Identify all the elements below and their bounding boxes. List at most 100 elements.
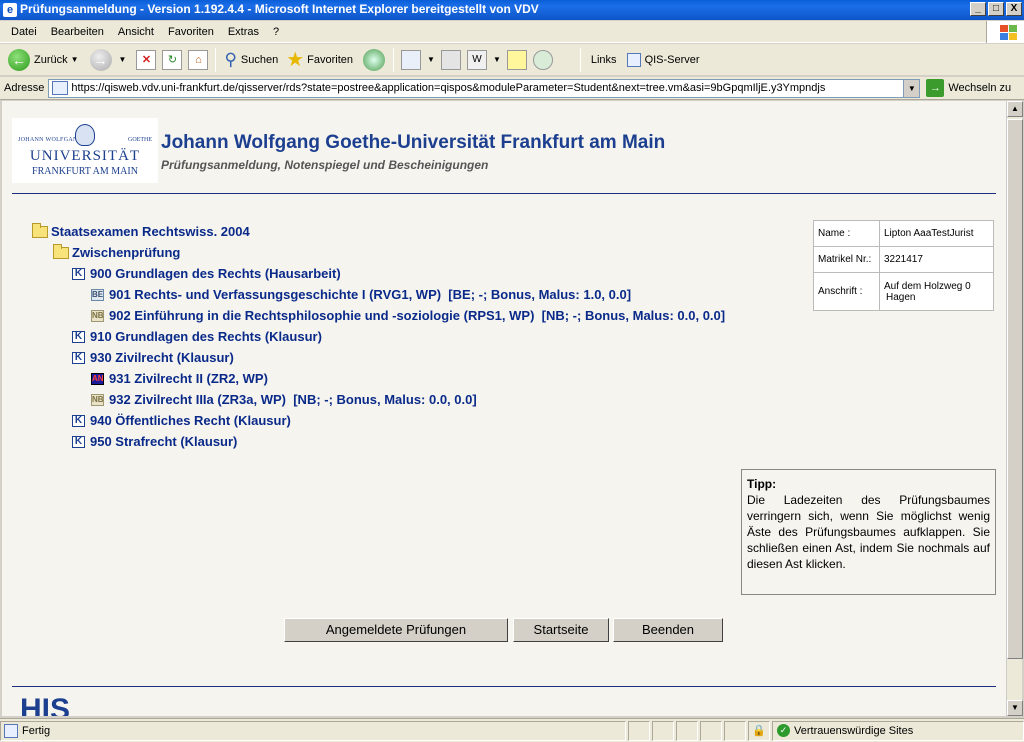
forward-arrow-icon: →: [89, 48, 112, 71]
page-icon: [626, 52, 641, 67]
tree-item[interactable]: NB 902 Einführung in die Rechtsphilosoph…: [91, 308, 725, 323]
tree-item-label: 931 Zivilrecht II (ZR2, WP): [109, 371, 268, 386]
tree-item-label: 910 Grundlagen des Rechts (Klausur): [90, 329, 322, 344]
logo-text-top-left: JOHANN WOLFGANG: [18, 137, 83, 143]
home-icon[interactable]: ⌂: [188, 49, 209, 70]
messenger-icon[interactable]: [532, 49, 553, 70]
menu-bar: Datei Bearbeiten Ansicht Favoriten Extra…: [0, 21, 1024, 43]
status-panel: [628, 720, 650, 741]
scroll-down-icon[interactable]: ▼: [1007, 700, 1023, 716]
k-badge-icon: K: [72, 435, 85, 448]
tree-item[interactable]: K 940 Öffentliches Recht (Klausur): [72, 413, 291, 428]
tree-item-label: 950 Strafrecht (Klausur): [90, 434, 238, 449]
qis-server-link[interactable]: QIS-Server: [623, 46, 704, 74]
go-button[interactable]: → Wechseln zu: [926, 79, 1011, 97]
maximize-button[interactable]: □: [988, 2, 1004, 16]
matrikel-label: Matrikel Nr.:: [813, 246, 880, 273]
an-badge-icon: AN: [91, 372, 104, 385]
menu-help[interactable]: ?: [266, 26, 286, 38]
registered-exams-button[interactable]: Angemeldete Prüfungen: [284, 618, 508, 642]
menu-bearbeiten[interactable]: Bearbeiten: [44, 26, 111, 38]
edit-icon[interactable]: W: [466, 49, 487, 70]
tree-item[interactable]: K 930 Zivilrecht (Klausur): [72, 350, 234, 365]
nb-badge-icon: NB: [91, 393, 104, 406]
history-icon[interactable]: [363, 48, 386, 71]
links-label: Links: [590, 53, 617, 66]
tree-item[interactable]: NB 932 Zivilrecht IIIa (ZR3a, WP) [NB; -…: [91, 392, 477, 407]
home-button[interactable]: Startseite: [513, 618, 609, 642]
name-value: Lipton AaaTestJurist: [879, 220, 994, 247]
favorites-button[interactable]: ★ Favoriten: [282, 46, 357, 74]
print-icon[interactable]: [440, 49, 461, 70]
page-icon: [52, 81, 69, 95]
address-input[interactable]: https://qisweb.vdv.uni-frankfurt.de/qiss…: [48, 78, 921, 98]
status-panel: [676, 720, 698, 741]
tip-title: Tipp:: [747, 477, 777, 491]
tree-sub[interactable]: Zwischenprüfung: [53, 243, 181, 260]
forward-button[interactable]: → ▼: [86, 46, 134, 74]
menu-favoriten[interactable]: Favoriten: [161, 26, 221, 38]
back-label: Zurück: [34, 53, 68, 66]
toolbar-separator: [393, 47, 395, 72]
name-label: Name :: [813, 220, 880, 247]
edit-dropdown-icon[interactable]: ▼: [493, 55, 501, 64]
tree-item[interactable]: K 950 Strafrecht (Klausur): [72, 434, 237, 449]
scroll-thumb[interactable]: [1007, 119, 1023, 659]
tree-sub-label: Zwischenprüfung: [72, 245, 181, 260]
refresh-icon[interactable]: ↻: [162, 49, 183, 70]
back-arrow-icon: ←: [8, 48, 30, 71]
status-text: Fertig: [22, 724, 51, 737]
tree-item[interactable]: AN 931 Zivilrecht II (ZR2, WP): [91, 371, 268, 386]
tree-item-label: 900 Grundlagen des Rechts (Hausarbeit): [90, 266, 341, 281]
forward-dropdown-icon[interactable]: ▼: [119, 55, 127, 64]
check-icon: ✓: [777, 724, 790, 737]
tree-item[interactable]: BE 901 Rechts- und Verfassungsgeschichte…: [91, 287, 631, 302]
go-label: Wechseln zu: [948, 82, 1012, 94]
logo-text-main: UNIVERSITÄT: [29, 148, 141, 164]
back-button[interactable]: ← Zurück ▼: [4, 46, 86, 74]
vertical-scrollbar[interactable]: ▲ ▼: [1006, 101, 1023, 716]
tree-root[interactable]: Staatsexamen Rechtswiss. 2004: [32, 222, 250, 239]
search-button[interactable]: ⚲ Suchen: [220, 46, 282, 74]
ie-icon: e: [3, 3, 17, 17]
mail-icon[interactable]: [401, 49, 422, 70]
menu-ansicht[interactable]: Ansicht: [111, 26, 161, 38]
address-value: Auf dem Holzweg 0 Hagen: [879, 272, 994, 311]
tree-item[interactable]: K 910 Grundlagen des Rechts (Klausur): [72, 329, 322, 344]
k-badge-icon: K: [72, 330, 85, 343]
toolbar: ← Zurück ▼ → ▼ ✕ ↻ ⌂ ⚲ Suchen ★ Favorite…: [0, 44, 1024, 76]
address-url: https://qisweb.vdv.uni-frankfurt.de/qiss…: [71, 82, 826, 94]
lock-icon[interactable]: 🔒: [748, 720, 770, 741]
university-logo: JOHANN WOLFGANG GOETHE UNIVERSITÄT FRANK…: [12, 118, 158, 183]
tree-item-label: 940 Öffentliches Recht (Klausur): [90, 413, 291, 428]
close-button[interactable]: X: [1006, 2, 1022, 16]
stop-icon[interactable]: ✕: [136, 49, 157, 70]
goethe-portrait-icon: [75, 124, 95, 146]
notes-icon[interactable]: [506, 49, 527, 70]
back-dropdown-icon[interactable]: ▼: [71, 55, 79, 64]
minimize-button[interactable]: _: [970, 2, 986, 16]
security-zone[interactable]: ✓ Vertrauenswürdige Sites: [772, 720, 1024, 741]
address-line1: Auf dem Holzweg 0: [884, 280, 971, 292]
his-logo: HIS: [20, 693, 71, 716]
matrikel-value: 3221417: [879, 246, 994, 273]
tree-item-label: 901 Rechts- und Verfassungsgeschichte I …: [109, 287, 632, 302]
k-badge-icon: K: [72, 267, 85, 280]
status-bar: Fertig 🔒 ✓ Vertrauenswürdige Sites: [0, 718, 1024, 742]
mail-dropdown-icon[interactable]: ▼: [427, 55, 435, 64]
quit-button[interactable]: Beenden: [613, 618, 723, 642]
favorites-label: Favoriten: [307, 53, 354, 66]
status-panel: [724, 720, 746, 741]
folder-open-icon: [53, 243, 69, 259]
menu-extras[interactable]: Extras: [221, 26, 266, 38]
qis-server-label: QIS-Server: [644, 53, 700, 66]
address-dropdown-icon[interactable]: ▼: [903, 79, 920, 97]
scroll-up-icon[interactable]: ▲: [1007, 101, 1023, 117]
footer-divider: [12, 686, 996, 687]
address-line2: Hagen: [886, 291, 916, 303]
k-badge-icon: K: [72, 351, 85, 364]
page-icon: [4, 723, 18, 738]
page-title: Johann Wolfgang Goethe-Universität Frank…: [161, 132, 666, 153]
menu-datei[interactable]: Datei: [4, 26, 44, 38]
tree-item[interactable]: K 900 Grundlagen des Rechts (Hausarbeit): [72, 266, 341, 281]
